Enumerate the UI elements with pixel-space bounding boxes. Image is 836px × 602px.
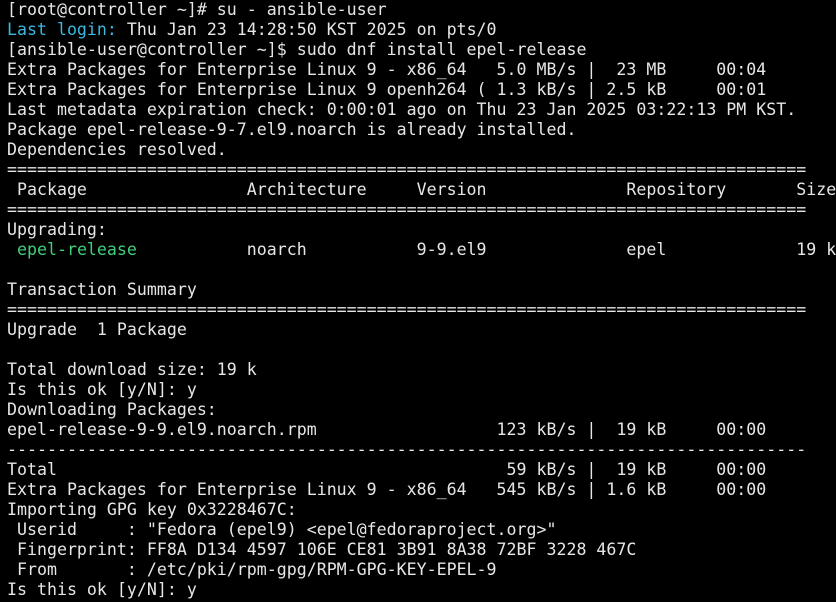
terminal-text: Last login: — [7, 20, 117, 39]
terminal-text: Extra Packages for Enterprise Linux 9 - … — [7, 60, 767, 79]
terminal-text: From : /etc/pki/rpm-gpg/RPM-GPG-KEY-EPEL… — [7, 560, 497, 579]
terminal-text: Last metadata expiration check: 0:00:01 … — [7, 100, 797, 119]
terminal-line: [ansible-user@controller ~]$ sudo dnf in… — [7, 40, 836, 60]
terminal-line: Extra Packages for Enterprise Linux 9 op… — [7, 80, 836, 100]
terminal-line: Total 59 kB/s | 19 kB 00:00 — [7, 460, 836, 480]
terminal-line: epel-release-9-9.el9.noarch.rpm 123 kB/s… — [7, 420, 836, 440]
terminal-line: Upgrading: — [7, 220, 836, 240]
terminal-text: Package Architecture Version Repository … — [7, 180, 836, 199]
terminal-text: Total 59 kB/s | 19 kB 00:00 — [7, 460, 767, 479]
terminal-text: [root@controller ~]# su - ansible-user — [7, 0, 387, 19]
terminal-text: Package epel-release-9-7.el9.noarch is a… — [7, 120, 577, 139]
terminal-window[interactable]: [root@controller ~]# su - ansible-user La… — [0, 0, 836, 602]
terminal-text: [ansible-user@controller ~]$ sudo dnf in… — [7, 40, 587, 59]
terminal-text: epel-release-9-9.el9.noarch.rpm 123 kB/s… — [7, 420, 767, 439]
terminal-line: Package epel-release-9-7.el9.noarch is a… — [7, 120, 836, 140]
terminal-line: Package Architecture Version Repository … — [7, 180, 836, 200]
terminal-line: [root@controller ~]# su - ansible-user — [7, 0, 836, 20]
terminal-line: ========================================… — [7, 300, 836, 320]
terminal-text: ----------------------------------------… — [7, 440, 807, 459]
terminal-text: Downloading Packages: — [7, 400, 217, 419]
terminal-line: Last metadata expiration check: 0:00:01 … — [7, 100, 836, 120]
terminal-text: Userid : "Fedora (epel9) <epel@fedorapro… — [7, 520, 557, 539]
terminal-text: Is this ok [y/N]: y — [7, 380, 197, 399]
terminal-text: noarch 9-9.el9 epel 19 k — [136, 240, 836, 259]
terminal-text: Is this ok [y/N]: y — [7, 580, 197, 599]
terminal-text: Thu Jan 23 14:28:50 KST 2025 on pts/0 — [116, 20, 497, 39]
terminal-line: Total download size: 19 k — [7, 360, 836, 380]
terminal-line: Userid : "Fedora (epel9) <epel@fedorapro… — [7, 520, 836, 540]
terminal-text: Total download size: 19 k — [7, 360, 257, 379]
terminal-text: ========================================… — [7, 300, 807, 319]
terminal-text: Upgrading: — [7, 220, 107, 239]
terminal-line: Importing GPG key 0x3228467C: — [7, 500, 836, 520]
terminal-line: Downloading Packages: — [7, 400, 836, 420]
terminal-line: Extra Packages for Enterprise Linux 9 - … — [7, 60, 836, 80]
terminal-text: ========================================… — [7, 200, 807, 219]
terminal-line: ----------------------------------------… — [7, 440, 836, 460]
terminal-line: Fingerprint: FF8A D134 4597 106E CE81 3B… — [7, 540, 836, 560]
terminal-text: Extra Packages for Enterprise Linux 9 - … — [7, 480, 767, 499]
terminal-line: ========================================… — [7, 200, 836, 220]
terminal-line: epel-release noarch 9-9.el9 epel 19 k — [7, 240, 836, 260]
terminal-line: ========================================… — [7, 160, 836, 180]
terminal-line: Is this ok [y/N]: y — [7, 580, 836, 600]
terminal-line: Is this ok [y/N]: y — [7, 380, 836, 400]
terminal-text: epel-release — [17, 240, 137, 259]
terminal-line: Last login: Thu Jan 23 14:28:50 KST 2025… — [7, 20, 836, 40]
terminal-text: Fingerprint: FF8A D134 4597 106E CE81 3B… — [7, 540, 637, 559]
terminal-line: Dependencies resolved. — [7, 140, 836, 160]
terminal-text: Importing GPG key 0x3228467C: — [7, 500, 297, 519]
terminal-text: Transaction Summary — [7, 280, 197, 299]
terminal-line: From : /etc/pki/rpm-gpg/RPM-GPG-KEY-EPEL… — [7, 560, 836, 580]
terminal-text: Extra Packages for Enterprise Linux 9 op… — [7, 80, 767, 99]
terminal-line: Extra Packages for Enterprise Linux 9 - … — [7, 480, 836, 500]
terminal-text: Dependencies resolved. — [7, 140, 227, 159]
terminal-line: Upgrade 1 Package — [7, 320, 836, 340]
terminal-text: ========================================… — [7, 160, 807, 179]
terminal-text: Upgrade 1 Package — [7, 320, 187, 339]
terminal-line: Transaction Summary — [7, 280, 836, 300]
